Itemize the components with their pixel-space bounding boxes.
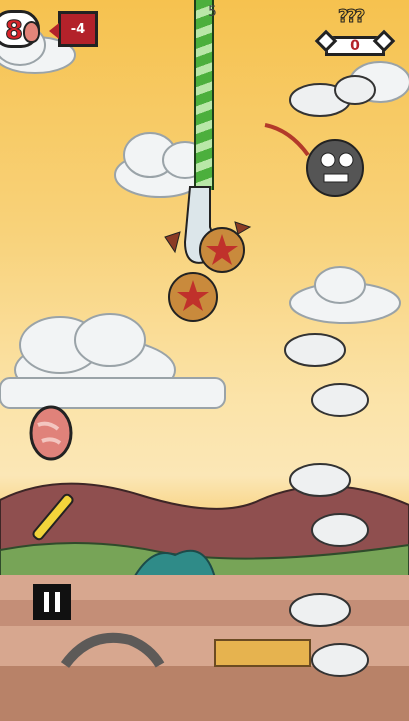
- score-banner: 0: [325, 36, 385, 56]
- pause-icon: [44, 592, 49, 612]
- egg-icon[interactable]: [28, 403, 74, 461]
- firecracker-icon[interactable]: [28, 488, 78, 546]
- egg-count: 8: [4, 16, 24, 47]
- egg-counter: 8: [0, 10, 40, 48]
- pause-button[interactable]: [33, 584, 71, 620]
- game-stage[interactable]: 8 -4 5 ??? 0: [0, 0, 409, 721]
- timer: 5: [208, 4, 217, 20]
- player-hand-with-shields[interactable]: [150, 182, 260, 332]
- egg-icon: [23, 21, 40, 43]
- best-score-label: ???: [337, 6, 365, 28]
- penalty-badge: -4: [49, 11, 98, 47]
- dust-puff-trail: [284, 75, 376, 677]
- rope: [194, 0, 214, 190]
